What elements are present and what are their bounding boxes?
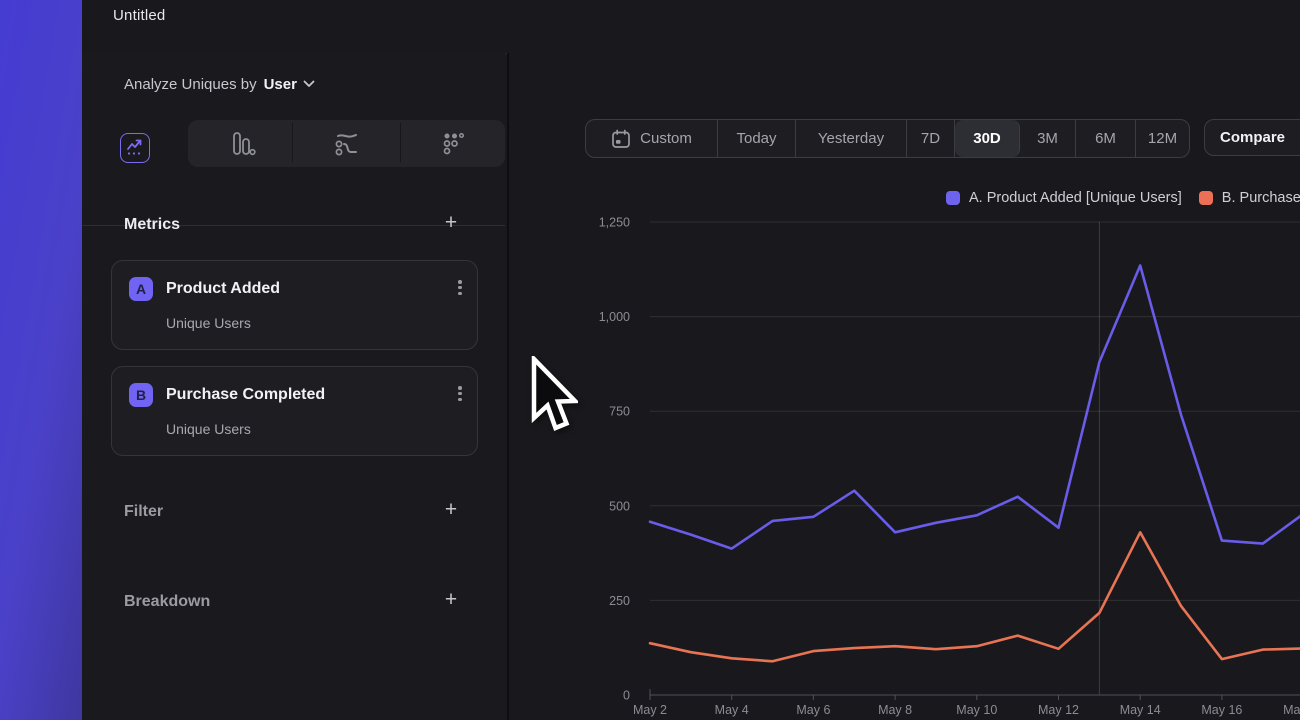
metric-title: Product Added xyxy=(166,280,280,298)
metric-title: Purchase Completed xyxy=(166,386,325,404)
mouse-cursor xyxy=(528,356,578,434)
chart-panel: Custom Today Yesterday 7D 30D 3M 6M 12M … xyxy=(507,53,1300,720)
metric-badge-a: A xyxy=(129,277,153,301)
add-metric-button[interactable]: + xyxy=(438,211,464,237)
report-header: Untitled xyxy=(82,0,1300,54)
svg-text:May 4: May 4 xyxy=(715,703,749,717)
chart-svg[interactable]: 0 250 500 750 1,000 1,250 May 2 May 4 May 6 May 8… xyxy=(509,53,1300,720)
metric-badge-b: B xyxy=(129,383,153,407)
retention-grid-icon xyxy=(439,129,469,159)
selected-tab-outline xyxy=(120,133,150,163)
flows-icon xyxy=(331,130,363,158)
tab-insights-line[interactable] xyxy=(82,120,188,167)
svg-text:0: 0 xyxy=(623,689,630,703)
desktop-background-strip xyxy=(0,0,82,720)
add-breakdown-button[interactable]: + xyxy=(438,588,464,614)
metric-options-icon[interactable] xyxy=(450,384,470,406)
query-sidebar: Analyze Uniques by User xyxy=(82,53,505,720)
svg-text:250: 250 xyxy=(609,594,630,608)
analyze-label: Analyze Uniques by User xyxy=(124,75,315,93)
svg-text:May 14: May 14 xyxy=(1120,703,1161,717)
metric-subtitle[interactable]: Unique Users xyxy=(166,315,251,331)
app-window: Untitled Analyze Uniques by User xyxy=(82,0,1300,720)
chevron-down-icon[interactable] xyxy=(303,75,315,92)
svg-text:750: 750 xyxy=(609,405,630,419)
screen: { "header": { "title": "Untitled" }, "si… xyxy=(0,0,1300,720)
svg-text:May 6: May 6 xyxy=(796,703,830,717)
analyze-row: Analyze Uniques by User xyxy=(82,53,505,115)
tab-retention[interactable] xyxy=(400,120,505,167)
svg-text:May 12: May 12 xyxy=(1038,703,1079,717)
svg-text:May 16: May 16 xyxy=(1201,703,1242,717)
breakdown-heading: Breakdown xyxy=(124,593,210,611)
svg-text:500: 500 xyxy=(609,499,630,513)
tab-flows[interactable] xyxy=(294,120,400,167)
svg-text:1,000: 1,000 xyxy=(599,310,630,324)
analyze-value-dropdown[interactable]: User xyxy=(264,76,297,93)
svg-text:May 8: May 8 xyxy=(878,703,912,717)
metric-subtitle[interactable]: Unique Users xyxy=(166,421,251,437)
metrics-heading: Metrics xyxy=(124,216,180,234)
tab-bar-chart[interactable] xyxy=(188,120,294,167)
bar-chart-icon xyxy=(226,129,258,159)
report-title[interactable]: Untitled xyxy=(113,7,165,24)
metric-options-icon[interactable] xyxy=(450,278,470,300)
chart-type-tabbar xyxy=(82,115,505,169)
svg-text:May 2: May 2 xyxy=(633,703,667,717)
metric-card-b[interactable]: B Purchase Completed Unique Users xyxy=(111,366,478,456)
svg-text:1,250: 1,250 xyxy=(599,216,630,230)
add-filter-button[interactable]: + xyxy=(438,498,464,524)
filter-heading: Filter xyxy=(124,503,163,521)
svg-text:May 18: May 18 xyxy=(1283,703,1300,717)
svg-text:May 10: May 10 xyxy=(956,703,997,717)
line-chart-icon xyxy=(124,136,146,158)
analyze-label-text: Analyze Uniques by xyxy=(124,76,257,93)
metric-card-a[interactable]: A Product Added Unique Users xyxy=(111,260,478,350)
